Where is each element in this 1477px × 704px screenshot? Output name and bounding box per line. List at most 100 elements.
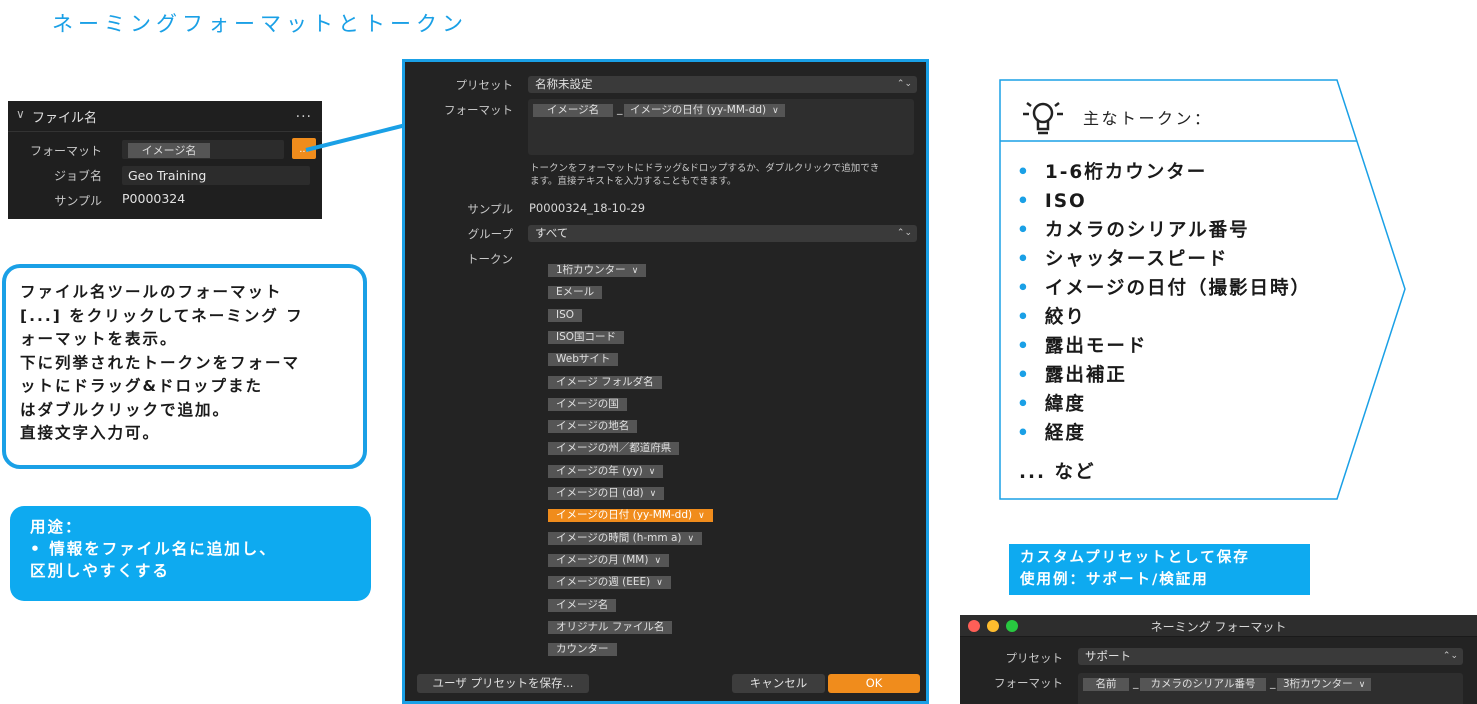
token-chip-label: イメージの国 [556, 397, 619, 410]
main-token-item: • 絞り [1017, 303, 1311, 332]
usage-item: 区別しやすくする [30, 562, 170, 580]
cancel-button[interactable]: キャンセル [732, 674, 825, 693]
token-chip-label: イメージの年 (yy) [556, 464, 643, 477]
token-chip[interactable]: イメージの年 (yy) ∨ [548, 464, 664, 478]
token-chip[interactable]: オリジナル ファイル名 [548, 620, 673, 634]
format-input-area[interactable]: 名前 _ カメラのシリアル番号 _ 3桁カウンター ∨ [1078, 673, 1463, 704]
chevron-down-icon[interactable]: ∨ [772, 106, 779, 116]
preset-value: 名称未設定 [535, 77, 593, 91]
format-token-name[interactable]: 名前 [1083, 678, 1129, 691]
token-chip-label: Webサイト [556, 353, 611, 366]
preset-select[interactable]: 名称未設定 ⌃⌄ [528, 76, 917, 93]
chevron-down-icon[interactable]: ∨ [1359, 680, 1366, 690]
chevron-down-icon[interactable]: ∨ [632, 266, 639, 276]
format-token-image-date[interactable]: イメージの日付 (yy-MM-dd) ∨ [624, 104, 785, 117]
group-value: すべて [535, 226, 569, 240]
chevron-down-icon[interactable]: ∨ [688, 534, 695, 544]
main-token-label: シャッタースピード [1044, 249, 1229, 270]
preset-label: プリセット [455, 78, 514, 92]
bullet-icon: • [1017, 162, 1031, 183]
token-chip[interactable]: イメージの国 [548, 397, 627, 411]
main-token-item: • カメラのシリアル番号 [1017, 216, 1311, 245]
format-token-image-name[interactable]: イメージ名 [533, 104, 613, 117]
token-chip[interactable]: イメージ フォルダ名 [548, 375, 662, 389]
job-name-input[interactable]: Geo Training [122, 166, 310, 185]
connector-line [305, 123, 407, 152]
token-chip[interactable]: イメージの週 (EEE) ∨ [548, 576, 671, 590]
token-chip[interactable]: イメージの日 (dd) ∨ [548, 487, 665, 500]
usage-item: • 情報をファイル名に追加し、 [30, 540, 277, 558]
token-chip[interactable]: 1桁カウンター ∨ [548, 264, 647, 277]
job-name-label: ジョブ名 [53, 169, 102, 183]
file-name-header[interactable]: ∨ ファイル名 ... [8, 101, 322, 132]
sample-label: サンプル [467, 202, 513, 216]
format-hint-line: トークンをフォーマットにドラッグ&ドロップするか、ダブルクリックで追加でき [530, 163, 880, 174]
token-chip[interactable]: カウンター [548, 643, 617, 657]
usage-heading: 用途： [30, 518, 83, 536]
token-chip[interactable]: イメージの日付 (yy-MM-dd) ∨ [548, 509, 713, 523]
format-label: フォーマット [994, 676, 1063, 690]
save-user-preset-button[interactable]: ユーザ プリセットを保存... [417, 674, 589, 693]
updown-arrows-icon: ⌃⌄ [896, 79, 912, 89]
token-chip-label: Eメール [556, 286, 595, 299]
description-line: ファイル名ツールのフォーマット [20, 283, 283, 301]
group-select[interactable]: すべて ⌃⌄ [528, 225, 917, 242]
format-separator: _ [1133, 676, 1139, 689]
format-token-counter[interactable]: 3桁カウンター ∨ [1277, 678, 1372, 691]
window-titlebar: ネーミング フォーマット [960, 615, 1477, 637]
chevron-down-icon[interactable]: ∨ [650, 489, 657, 499]
token-chip-label: イメージの週 (EEE) [556, 576, 651, 589]
lightbulb-icon [1023, 102, 1063, 135]
token-chip[interactable]: イメージの地名 [548, 420, 638, 434]
format-token-serial[interactable]: カメラのシリアル番号 [1140, 678, 1266, 691]
main-token-label: 経度 [1044, 423, 1086, 444]
token-chip[interactable]: Eメール [548, 286, 603, 300]
format-token-label: イメージの日付 (yy-MM-dd) [630, 104, 767, 116]
bullet-icon: • [1017, 365, 1031, 386]
token-chip[interactable]: ISO [548, 308, 583, 322]
tokens-label: トークン [467, 252, 513, 266]
token-chip-label: イメージの地名 [556, 420, 630, 433]
bullet-icon: • [1017, 336, 1031, 357]
token-chip[interactable]: Webサイト [548, 353, 619, 367]
token-chip[interactable]: イメージ名 [548, 598, 617, 612]
chevron-down-icon[interactable]: ∨ [698, 511, 705, 521]
more-options-icon[interactable]: ... [296, 105, 312, 121]
token-chip[interactable]: イメージの州／都道府県 [548, 442, 680, 456]
token-chip[interactable]: ISO国コード [548, 330, 625, 344]
main-token-label: 1-6桁カウンター [1044, 162, 1208, 183]
format-hint-line: ます。直接テキストを入力することもできます。 [530, 176, 737, 187]
window-title: ネーミング フォーマット [1150, 620, 1287, 634]
bullet-icon: • [1017, 191, 1031, 212]
mini-naming-format-window: ネーミング フォーマット プリセット サポート ⌃⌄ フォーマット 名前 _ カ… [960, 615, 1477, 704]
preset-select[interactable]: サポート ⌃⌄ [1078, 648, 1463, 665]
token-chip[interactable]: イメージの月 (MM) ∨ [548, 553, 670, 567]
chevron-down-icon[interactable]: ∨ [649, 467, 656, 477]
bullet-icon: • [1017, 394, 1031, 415]
token-chip-label: イメージの時間 (h-mm a) [556, 531, 682, 544]
page-title: ネーミングフォーマットとトークン [52, 12, 468, 36]
description-line: 直接文字入力可。 [20, 424, 161, 442]
main-token-item: • 露出モード [1017, 332, 1311, 361]
chevron-down-icon[interactable]: ∨ [16, 107, 25, 121]
token-chip-label: イメージの州／都道府県 [556, 442, 672, 455]
main-token-label: カメラのシリアル番号 [1044, 220, 1250, 241]
chevron-down-icon[interactable]: ∨ [656, 578, 663, 588]
chevron-down-icon[interactable]: ∨ [654, 556, 661, 566]
updown-arrows-icon: ⌃⌄ [1442, 651, 1458, 661]
token-chip-label: イメージ フォルダ名 [556, 375, 654, 388]
description-line: [...] をクリックしてネーミング フ [20, 306, 304, 325]
group-label: グループ [467, 227, 513, 241]
description-line: ットにドラッグ&ドロップまた [20, 377, 264, 395]
custom-preset-note: カスタムプリセットとして保存 使用例：サポート/検証用 [1009, 544, 1310, 595]
token-chip[interactable]: イメージの時間 (h-mm a) ∨ [548, 531, 703, 545]
format-input-area[interactable]: イメージ名 _ イメージの日付 (yy-MM-dd) ∨ [528, 99, 914, 155]
format-token[interactable]: イメージ名 [128, 143, 210, 158]
custom-preset-line: 使用例：サポート/検証用 [1020, 572, 1209, 588]
main-token-label: 絞り [1044, 307, 1086, 328]
main-token-label: 緯度 [1044, 394, 1086, 415]
main-tokens-callout: 主なトークン： • 1-6桁カウンター • ISO • カメラのシリアル番号 • シャッタース… [999, 79, 1407, 500]
main-tokens-heading: 主なトークン： [1083, 109, 1213, 128]
main-token-label: ISO [1044, 191, 1087, 212]
ok-button[interactable]: OK [828, 674, 920, 693]
